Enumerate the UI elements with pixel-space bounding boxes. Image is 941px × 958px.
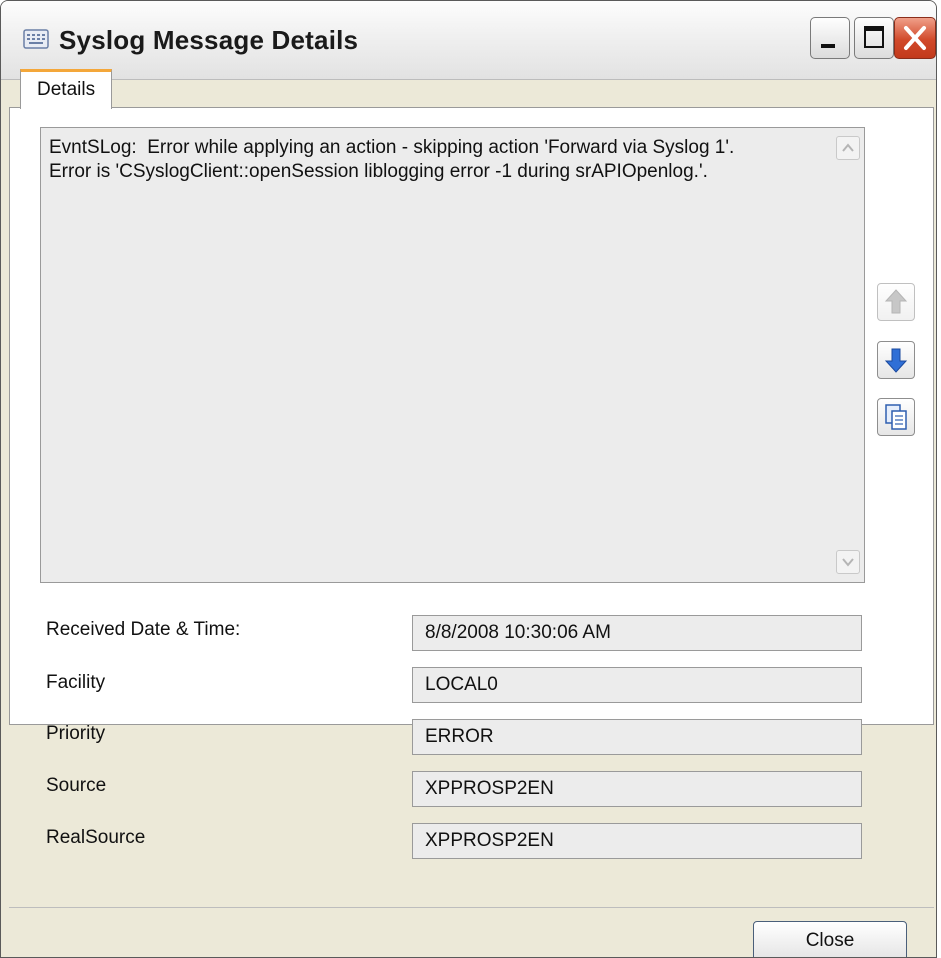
facility-field[interactable]: LOCAL0 bbox=[412, 667, 862, 703]
message-scrollbar[interactable] bbox=[834, 130, 862, 580]
priority-label: Priority bbox=[46, 723, 106, 744]
minimize-button[interactable] bbox=[810, 17, 850, 59]
keyboard-icon bbox=[23, 29, 49, 49]
priority-field[interactable]: ERROR bbox=[412, 719, 862, 755]
source-field[interactable]: XPPROSP2EN bbox=[412, 771, 862, 807]
realsource-field[interactable]: XPPROSP2EN bbox=[412, 823, 862, 859]
footer-divider bbox=[9, 907, 934, 908]
chevron-down-icon bbox=[842, 558, 854, 567]
scroll-down-button[interactable] bbox=[836, 550, 860, 574]
syslog-message-details-window: Syslog Message Details Details EvntSLog:… bbox=[0, 0, 937, 958]
message-textbox[interactable]: EvntSLog: Error while applying an action… bbox=[40, 127, 865, 583]
maximize-button[interactable] bbox=[854, 17, 894, 59]
tab-details[interactable]: Details bbox=[20, 69, 113, 109]
minimize-icon bbox=[821, 44, 835, 48]
arrow-up-icon bbox=[884, 289, 908, 314]
maximize-icon bbox=[864, 26, 884, 48]
close-button[interactable]: Close bbox=[753, 921, 907, 957]
realsource-label: RealSource bbox=[46, 827, 146, 848]
previous-message-button[interactable] bbox=[877, 283, 915, 321]
scroll-up-button[interactable] bbox=[836, 136, 860, 160]
received-datetime-field[interactable]: 8/8/2008 10:30:06 AM bbox=[412, 615, 862, 651]
source-label: Source bbox=[46, 775, 107, 796]
received-datetime-label: Received Date & Time: bbox=[46, 619, 241, 640]
copy-message-button[interactable] bbox=[877, 398, 915, 436]
chevron-up-icon bbox=[842, 143, 854, 152]
message-text: EvntSLog: Error while applying an action… bbox=[49, 137, 735, 182]
facility-label: Facility bbox=[46, 672, 106, 693]
next-message-button[interactable] bbox=[877, 341, 915, 379]
close-window-button[interactable] bbox=[894, 17, 936, 59]
close-icon bbox=[904, 26, 926, 50]
copy-icon bbox=[885, 404, 907, 430]
title-bar[interactable]: Syslog Message Details bbox=[1, 1, 936, 80]
arrow-down-icon bbox=[884, 348, 908, 373]
window-title: Syslog Message Details bbox=[59, 25, 359, 55]
